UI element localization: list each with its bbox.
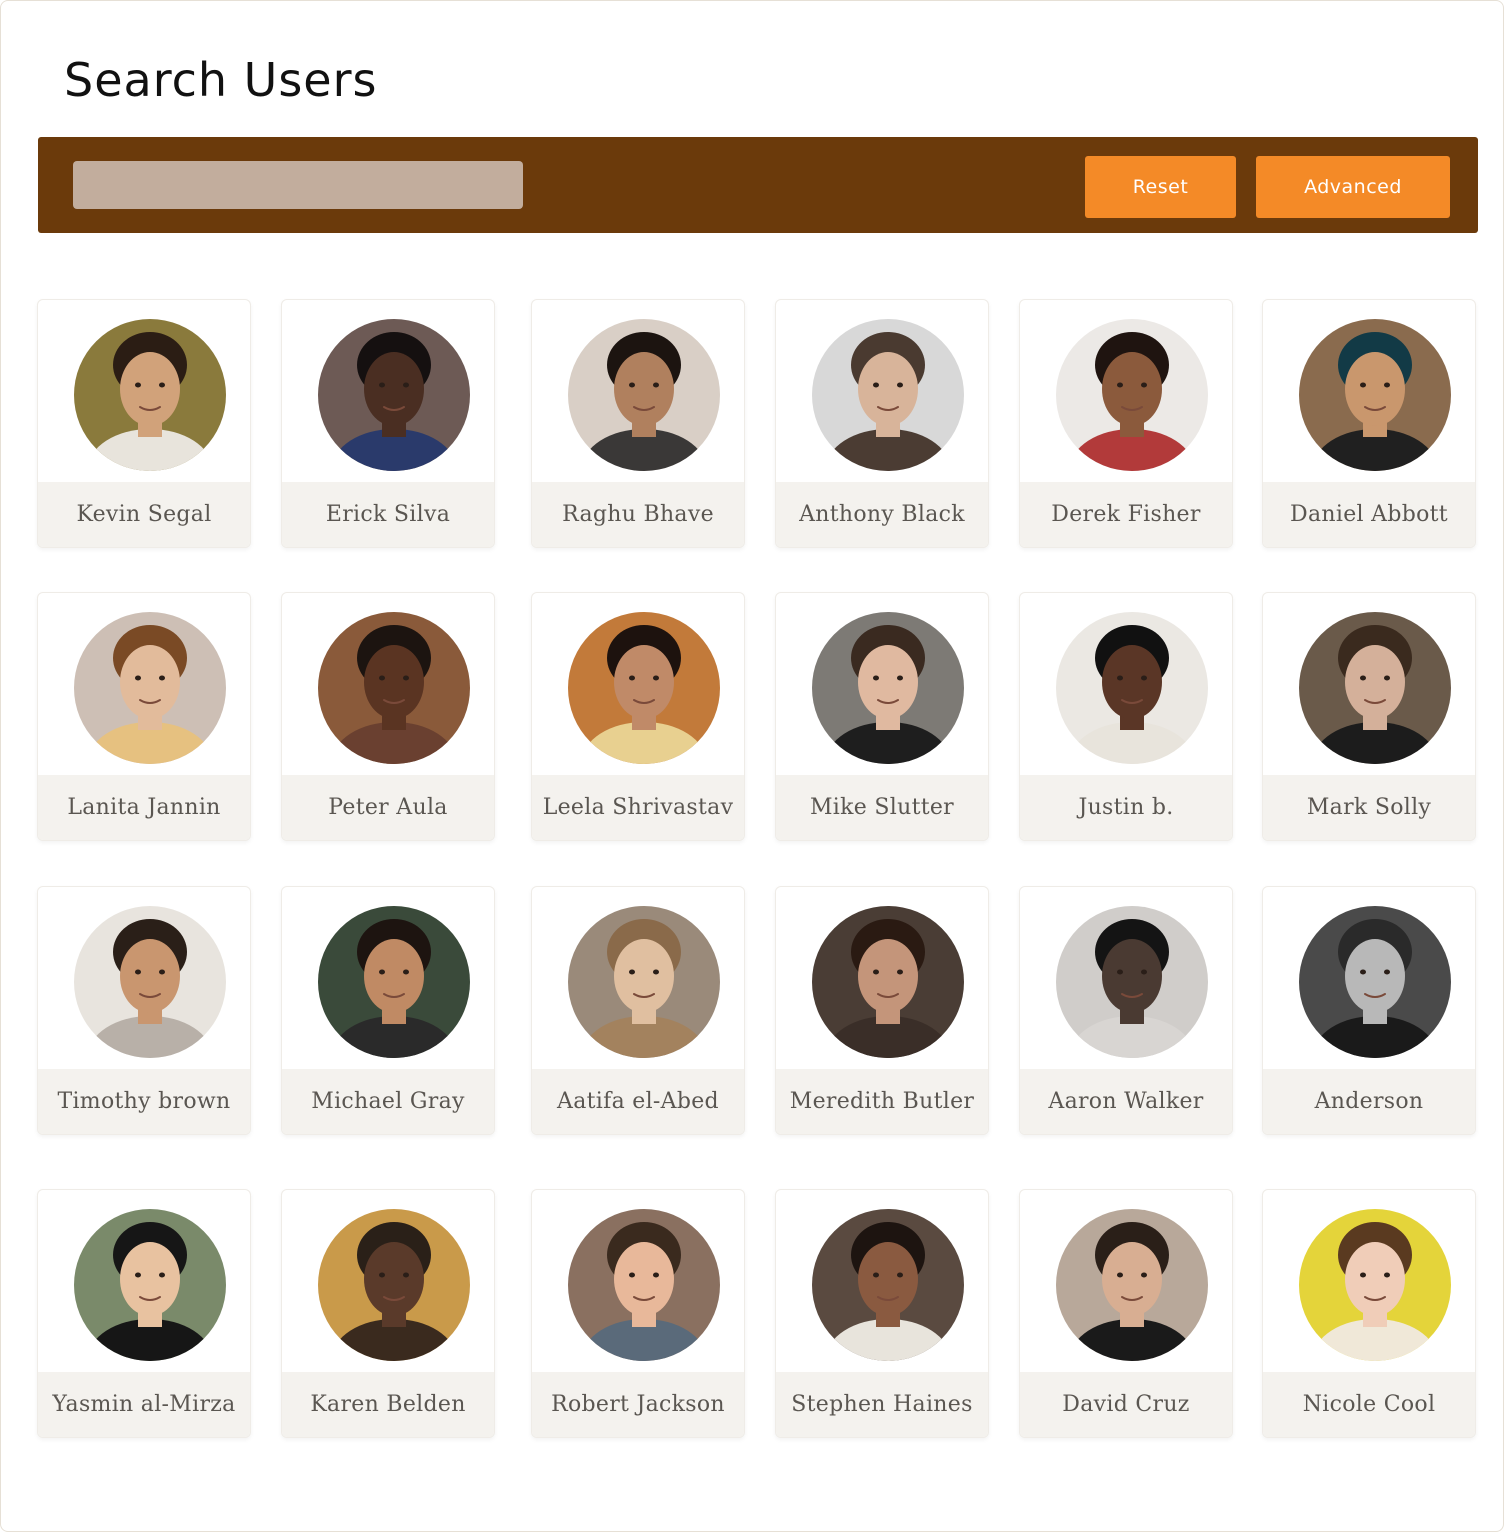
user-avatar [74,1209,226,1361]
user-name-bar: Lanita Jannin [38,775,250,840]
user-avatar [812,612,964,764]
user-avatar [318,612,470,764]
user-avatar [74,612,226,764]
user-card[interactable]: Mark Solly [1262,592,1476,841]
user-name-bar: Robert Jackson [532,1372,744,1437]
user-name: Lanita Jannin [67,795,221,820]
user-name: Daniel Abbott [1290,502,1448,527]
user-card[interactable]: Daniel Abbott [1262,299,1476,548]
user-avatar [568,319,720,471]
user-name: Michael Gray [311,1089,465,1114]
user-card[interactable]: Mike Slutter [775,592,989,841]
user-name-bar: Anthony Black [776,482,988,547]
user-card[interactable]: Yasmin al-Mirza [37,1189,251,1438]
user-card[interactable]: Aatifa el-Abed [531,886,745,1135]
user-card[interactable]: Timothy brown [37,886,251,1135]
user-name-bar: Timothy brown [38,1069,250,1134]
user-name-bar: Anderson [1263,1069,1475,1134]
user-name: Karen Belden [310,1392,466,1417]
user-avatar [1299,906,1451,1058]
user-avatar [74,906,226,1058]
user-name-bar: Michael Gray [282,1069,494,1134]
user-card[interactable]: Anderson [1262,886,1476,1135]
user-name-bar: Stephen Haines [776,1372,988,1437]
user-name: Erick Silva [325,502,451,527]
user-card[interactable]: Derek Fisher [1019,299,1233,548]
user-name-bar: Aaron Walker [1020,1069,1232,1134]
user-avatar [1056,612,1208,764]
user-card[interactable]: Stephen Haines [775,1189,989,1438]
user-name: Meredith Butler [789,1089,975,1114]
user-card[interactable]: Peter Aula [281,592,495,841]
user-card[interactable]: Michael Gray [281,886,495,1135]
user-name: Aaron Walker [1048,1089,1204,1114]
user-card[interactable]: Justin b. [1019,592,1233,841]
user-name: Justin b. [1078,795,1174,820]
user-name: Nicole Cool [1302,1392,1436,1417]
user-name-bar: Kevin Segal [38,482,250,547]
user-grid: Kevin Segal Erick Silva Raghu Bhave Anthony… [0,0,1504,1532]
user-avatar [74,319,226,471]
user-card[interactable]: Anthony Black [775,299,989,548]
user-card[interactable]: Lanita Jannin [37,592,251,841]
user-avatar [1299,1209,1451,1361]
user-name: Yasmin al-Mirza [52,1392,236,1417]
user-name: Raghu Bhave [562,502,714,527]
user-name: Anthony Black [799,502,965,527]
user-card[interactable]: Aaron Walker [1019,886,1233,1135]
user-name: David Cruz [1062,1392,1190,1417]
user-name: Derek Fisher [1051,502,1201,527]
user-name: Anderson [1314,1089,1424,1114]
user-avatar [1299,319,1451,471]
user-name: Timothy brown [57,1089,231,1114]
user-name: Leela Shrivastav [542,795,734,820]
user-name-bar: Nicole Cool [1263,1372,1475,1437]
user-card[interactable]: Kevin Segal [37,299,251,548]
user-name-bar: Derek Fisher [1020,482,1232,547]
user-name: Robert Jackson [551,1392,725,1417]
user-avatar [1299,612,1451,764]
user-avatar [1056,319,1208,471]
user-name-bar: Yasmin al-Mirza [38,1372,250,1437]
user-avatar [568,906,720,1058]
user-avatar [812,906,964,1058]
user-avatar [318,319,470,471]
user-avatar [318,1209,470,1361]
user-avatar [318,906,470,1058]
user-name-bar: Aatifa el-Abed [532,1069,744,1134]
user-avatar [812,319,964,471]
user-avatar [1056,906,1208,1058]
user-card[interactable]: Leela Shrivastav [531,592,745,841]
user-name: Stephen Haines [791,1392,973,1417]
user-name-bar: Raghu Bhave [532,482,744,547]
user-avatar [812,1209,964,1361]
user-name: Peter Aula [328,795,448,820]
user-name: Aatifa el-Abed [557,1089,719,1114]
user-name-bar: Erick Silva [282,482,494,547]
user-name-bar: Justin b. [1020,775,1232,840]
user-card[interactable]: David Cruz [1019,1189,1233,1438]
user-card[interactable]: Robert Jackson [531,1189,745,1438]
user-name-bar: Leela Shrivastav [532,775,744,840]
user-card[interactable]: Karen Belden [281,1189,495,1438]
user-name-bar: Mark Solly [1263,775,1475,840]
user-card[interactable]: Raghu Bhave [531,299,745,548]
user-name-bar: Peter Aula [282,775,494,840]
user-avatar [1056,1209,1208,1361]
user-avatar [568,612,720,764]
user-card[interactable]: Nicole Cool [1262,1189,1476,1438]
user-name-bar: Daniel Abbott [1263,482,1475,547]
user-name: Mike Slutter [809,795,954,820]
user-name: Mark Solly [1306,795,1432,820]
user-avatar [568,1209,720,1361]
user-card[interactable]: Erick Silva [281,299,495,548]
user-name-bar: Karen Belden [282,1372,494,1437]
user-name-bar: Meredith Butler [776,1069,988,1134]
user-name-bar: David Cruz [1020,1372,1232,1437]
user-card[interactable]: Meredith Butler [775,886,989,1135]
user-name-bar: Mike Slutter [776,775,988,840]
user-name: Kevin Segal [76,502,212,527]
